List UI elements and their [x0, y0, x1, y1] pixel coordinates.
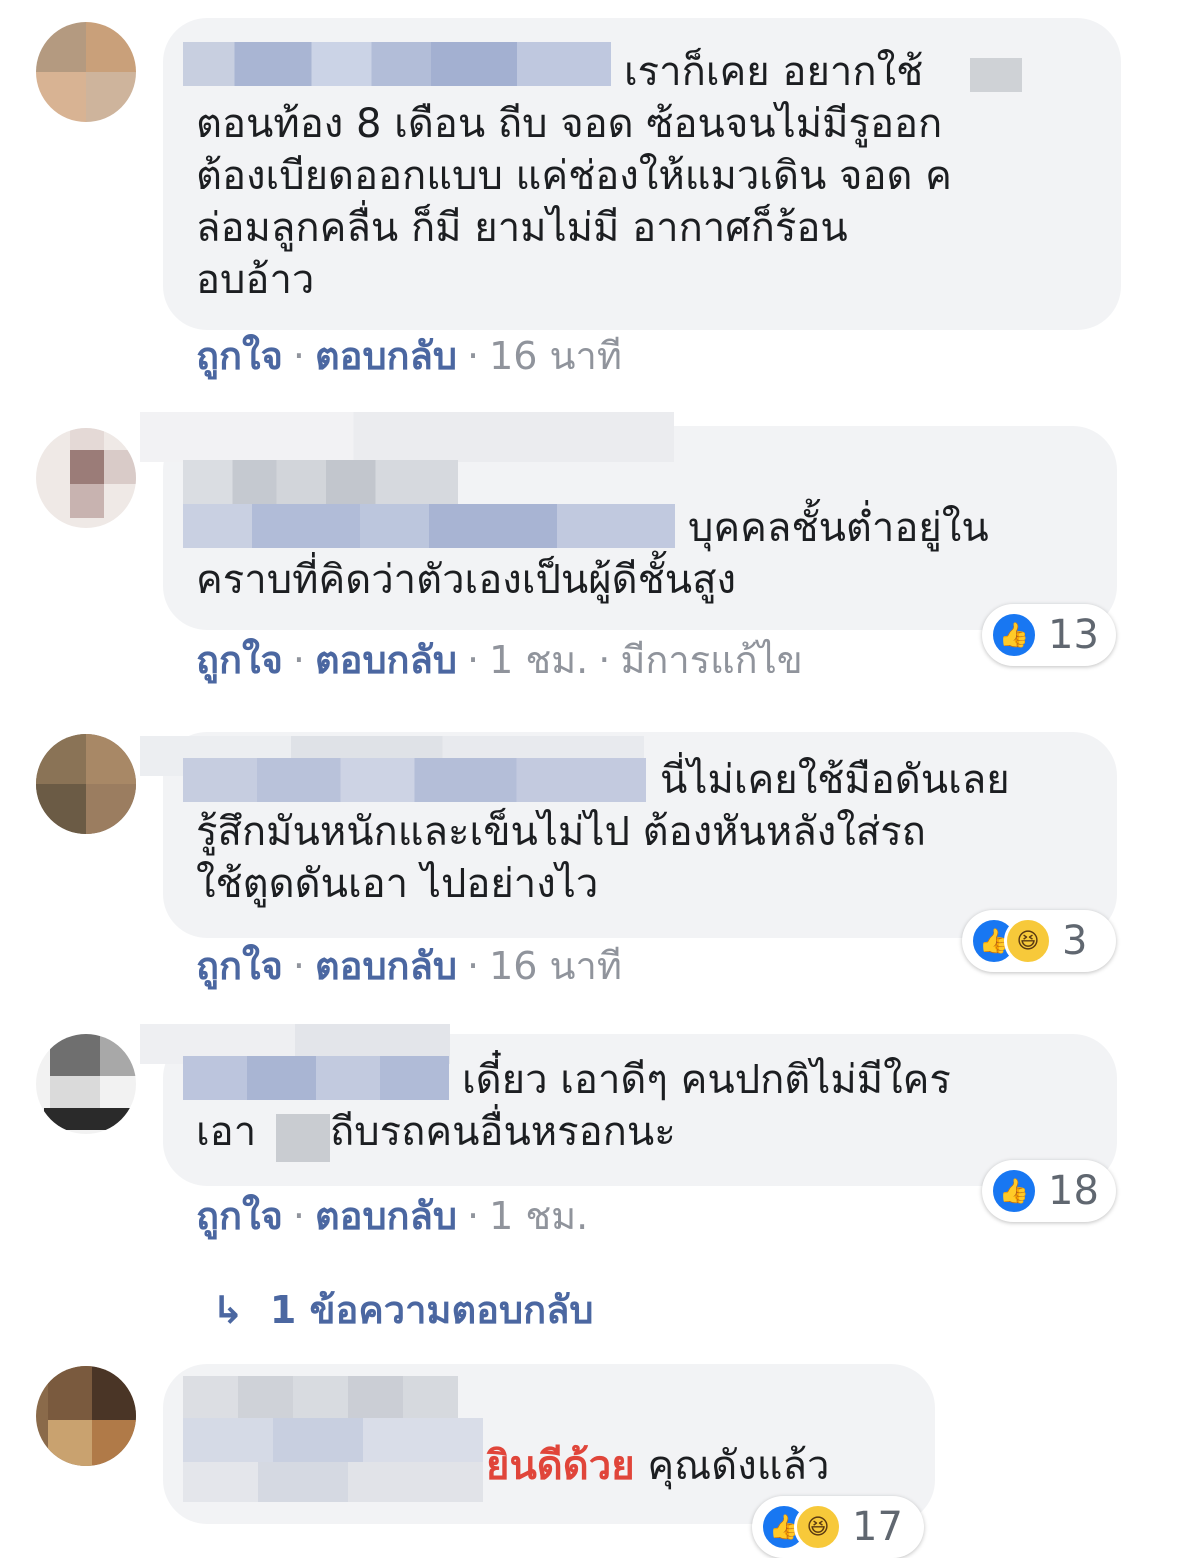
like-link[interactable]: ถูกใจ	[196, 638, 283, 682]
commenter-name-blurred[interactable]	[183, 758, 646, 802]
comment-text-line: รู้สึกมันหนักและเข็นไม่ไป ต้องหันหลังใส่…	[196, 809, 926, 855]
reply-link[interactable]: ตอบกลับ	[315, 334, 457, 378]
separator-dot: ·	[466, 1194, 480, 1238]
commenter-name-blurred[interactable]	[140, 412, 674, 462]
reaction-count: 13	[1048, 612, 1099, 658]
like-link[interactable]: ถูกใจ	[196, 334, 283, 378]
comment-text-line: ใช้ตูดดันเอา ไปอย่างไว	[196, 861, 599, 907]
reaction-summary[interactable]: 👍 😆 17	[752, 1496, 924, 1558]
comment-text-line: ยินดีด้วย คุณดังแล้ว	[486, 1440, 830, 1492]
commenter-name-blurred[interactable]	[183, 504, 675, 548]
reaction-count: 18	[1048, 1168, 1099, 1214]
reaction-summary[interactable]: 👍 13	[982, 604, 1116, 666]
commenter-name-blurred[interactable]	[183, 460, 458, 504]
thumbs-up-icon: 👍	[990, 1167, 1038, 1215]
reaction-summary[interactable]: 👍 😆 3	[962, 910, 1116, 972]
reaction-count: 3	[1062, 918, 1088, 964]
separator-dot: ·	[292, 944, 305, 988]
highlighted-mention[interactable]: ยินดีด้วย	[486, 1443, 635, 1489]
laughing-face-icon: 😆	[1004, 917, 1052, 965]
comment-text-rest: คุณดังแล้ว	[647, 1443, 830, 1489]
laughing-face-icon: 😆	[794, 1503, 842, 1551]
comment-text-line: เราก็เคย อยากใช้	[624, 49, 924, 95]
like-link[interactable]: ถูกใจ	[196, 1194, 283, 1238]
thumbs-up-icon: 👍	[990, 611, 1038, 659]
censored-word	[970, 58, 1022, 92]
reply-link[interactable]: ตอบกลับ	[315, 638, 457, 682]
separator-dot: ·	[466, 638, 480, 682]
separator-dot: ·	[466, 944, 480, 988]
reaction-summary[interactable]: 👍 18	[982, 1160, 1116, 1222]
avatar[interactable]	[36, 22, 136, 122]
comment-text-line: ต้องเบียดออกแบบ แค่ช่องให้แมวเดิน จอด ค	[196, 153, 952, 199]
comment-time[interactable]: 16 นาที	[489, 944, 622, 988]
commenter-name-blurred[interactable]	[183, 42, 611, 86]
edited-label[interactable]: มีการแก้ไข	[620, 638, 802, 682]
comment-text-line: ล่อมลูกคลื่น ก็มี ยามไม่มี อากาศก็ร้อน	[196, 205, 848, 251]
comment-text-line: นี่ไม่เคยใช้มือดันเลย	[660, 757, 1010, 803]
view-replies-link[interactable]: ↳ 1 ข้อความตอบกลับ	[212, 1288, 594, 1332]
comment-text-line: ตอนท้อง 8 เดือน ถีบ จอด ซ้อนจนไม่มีรูออก	[196, 101, 943, 147]
comment-text-line: ถีบรถคนอื่นหรอกนะ	[330, 1109, 676, 1155]
comment-text-line: เอา	[196, 1109, 257, 1155]
reply-link[interactable]: ตอบกลับ	[315, 944, 457, 988]
commenter-name-blurred[interactable]	[183, 1418, 483, 1462]
separator-dot: ·	[292, 1194, 305, 1238]
separator-dot: ·	[466, 334, 480, 378]
commenter-name-blurred[interactable]	[183, 1376, 458, 1418]
avatar[interactable]	[36, 428, 136, 528]
separator-dot: ·	[292, 638, 305, 682]
avatar[interactable]	[36, 1366, 136, 1466]
avatar[interactable]	[36, 734, 136, 834]
separator-dot: ·	[292, 334, 305, 378]
separator-dot: ·	[598, 638, 611, 682]
comment-text-line: บุคคลชั้นต่ำอยู่ใน	[688, 505, 989, 551]
commenter-name-blurred[interactable]	[183, 1462, 483, 1502]
reaction-count: 17	[852, 1504, 903, 1550]
comment-actions: ถูกใจ · ตอบกลับ · 16 นาที	[196, 944, 622, 988]
comment-time[interactable]: 1 ชม.	[489, 638, 588, 682]
replies-count-label: 1 ข้อความตอบกลับ	[269, 1288, 594, 1332]
commenter-name-blurred[interactable]	[183, 1056, 449, 1100]
like-link[interactable]: ถูกใจ	[196, 944, 283, 988]
reply-link[interactable]: ตอบกลับ	[315, 1194, 457, 1238]
comment-time[interactable]: 16 นาที	[489, 334, 622, 378]
reply-arrow-icon: ↳	[212, 1288, 244, 1332]
comment-actions: ถูกใจ · ตอบกลับ · 16 นาที	[196, 334, 622, 378]
comment-time[interactable]: 1 ชม.	[489, 1194, 588, 1238]
comment-text-line: คราบที่คิดว่าตัวเองเป็นผู้ดีชั้นสูง	[196, 557, 737, 603]
comment-text-line: อบอ้าว	[196, 257, 315, 303]
censored-word	[276, 1114, 330, 1162]
avatar[interactable]	[36, 1034, 136, 1134]
comment-actions: ถูกใจ · ตอบกลับ · 1 ชม. · มีการแก้ไข	[196, 638, 803, 682]
comment-text-line: เดี๋ยว เอาดีๆ คนปกติไม่มีใคร	[462, 1057, 951, 1103]
comment-actions: ถูกใจ · ตอบกลับ · 1 ชม.	[196, 1194, 588, 1238]
